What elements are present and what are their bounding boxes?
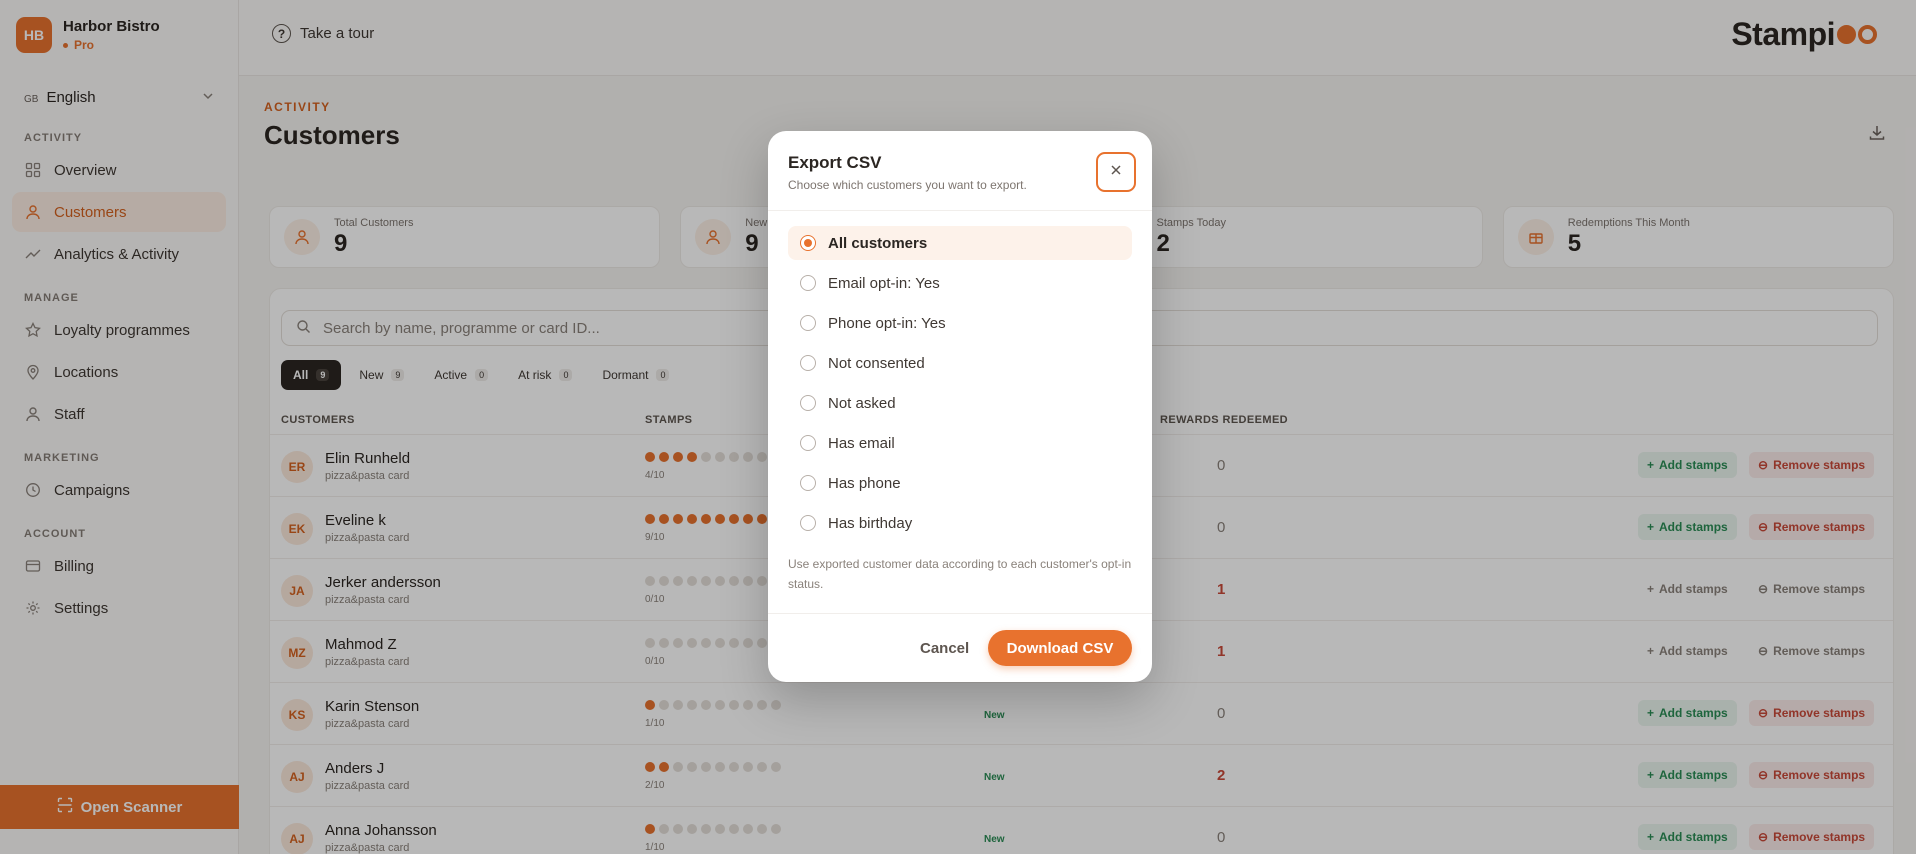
close-icon — [1110, 163, 1122, 181]
dialog-title: Export CSV — [788, 153, 882, 172]
dialog-subtitle: Choose which customers you want to expor… — [788, 178, 1027, 192]
export-option[interactable]: Has birthday — [788, 506, 1132, 540]
export-option[interactable]: Not asked — [788, 386, 1132, 420]
divider — [768, 210, 1152, 211]
radio-button[interactable] — [800, 315, 816, 331]
export-option[interactable]: Not consented — [788, 346, 1132, 380]
export-option[interactable]: All customers — [788, 226, 1132, 260]
option-label: All customers — [828, 234, 928, 252]
option-label: Not asked — [828, 394, 896, 412]
option-label: Has birthday — [828, 514, 913, 532]
radio-button[interactable] — [800, 435, 816, 451]
export-option[interactable]: Email opt-in: Yes — [788, 266, 1132, 300]
export-option[interactable]: Has email — [788, 426, 1132, 460]
radio-button[interactable] — [800, 475, 816, 491]
radio-button[interactable] — [800, 395, 816, 411]
export-options: All customers Email opt-in: Yes Phone opt-… — [788, 226, 1132, 546]
export-option[interactable]: Phone opt-in: Yes — [788, 306, 1132, 340]
radio-button[interactable] — [800, 355, 816, 371]
divider — [768, 613, 1152, 614]
export-csv-dialog: Export CSV Choose which customers you wa… — [768, 131, 1152, 682]
option-label: Has phone — [828, 474, 901, 492]
export-option[interactable]: Has phone — [788, 466, 1132, 500]
download-csv-button[interactable]: Download CSV — [988, 630, 1132, 666]
option-label: Email opt-in: Yes — [828, 274, 940, 292]
radio-button[interactable] — [800, 515, 816, 531]
option-label: Has email — [828, 434, 895, 452]
dialog-note: Use exported customer data according to … — [788, 557, 1132, 591]
close-button[interactable] — [1096, 152, 1136, 192]
option-label: Phone opt-in: Yes — [828, 314, 946, 332]
cancel-button[interactable]: Cancel — [908, 630, 981, 666]
radio-button[interactable] — [800, 235, 816, 251]
option-label: Not consented — [828, 354, 925, 372]
radio-button[interactable] — [800, 275, 816, 291]
